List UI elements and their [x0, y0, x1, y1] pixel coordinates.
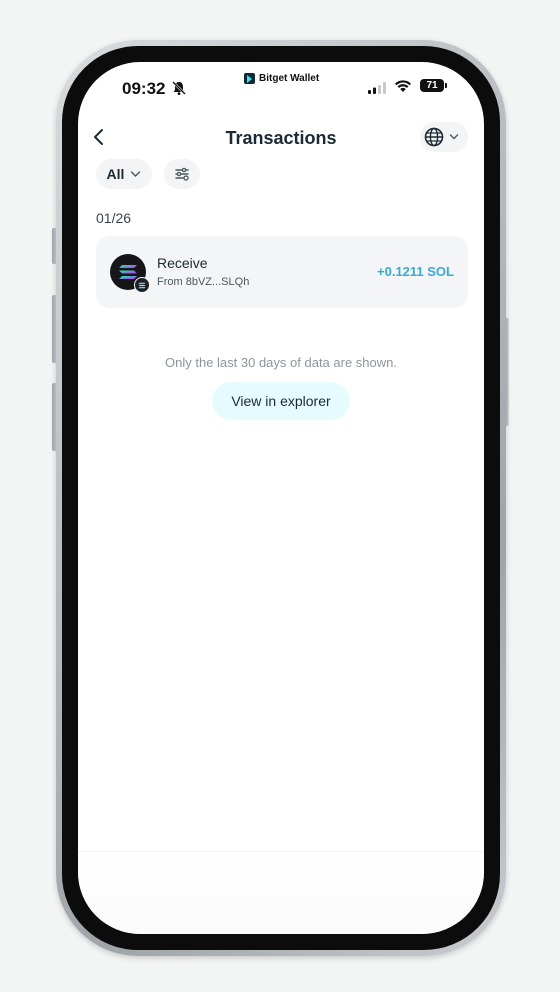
brand: Bitget Wallet [244, 73, 319, 84]
phone-screen: 09:32 Bitget Wallet 71 Transactions All … [78, 62, 484, 934]
date-group-label: 01/26 [96, 210, 132, 226]
transaction-row[interactable]: Receive From 8bVZ...SLQh +0.1211 SOL [96, 236, 468, 308]
history-notice: Only the last 30 days of data are shown. [165, 355, 397, 370]
battery-tip [445, 83, 447, 88]
signal-icon [368, 82, 386, 94]
sliders-icon [175, 167, 189, 181]
wifi-icon [395, 80, 411, 92]
globe-icon [424, 127, 444, 147]
transaction-from: From 8bVZ...SLQh [157, 276, 250, 288]
transaction-type: Receive [157, 255, 208, 271]
view-in-explorer-button[interactable]: View in explorer [212, 382, 350, 420]
brand-label: Bitget Wallet [259, 73, 320, 84]
transaction-amount: +0.1211 SOL [377, 264, 454, 279]
network-selector[interactable] [420, 122, 468, 152]
type-filter-label: All [106, 166, 125, 182]
status-time: 09:32 [122, 79, 166, 98]
bottom-area [78, 851, 484, 934]
chevron-down-icon [449, 134, 459, 140]
solana-chain-badge-icon [134, 277, 150, 293]
filter-settings-button[interactable] [164, 159, 200, 189]
bitget-logo-icon [244, 73, 255, 84]
type-filter[interactable]: All [96, 159, 152, 189]
stage: 09:32 Bitget Wallet 71 Transactions All … [0, 0, 560, 992]
battery-indicator: 71 [420, 79, 444, 92]
chevron-down-icon [131, 171, 141, 177]
bell-muted-icon [172, 81, 186, 95]
